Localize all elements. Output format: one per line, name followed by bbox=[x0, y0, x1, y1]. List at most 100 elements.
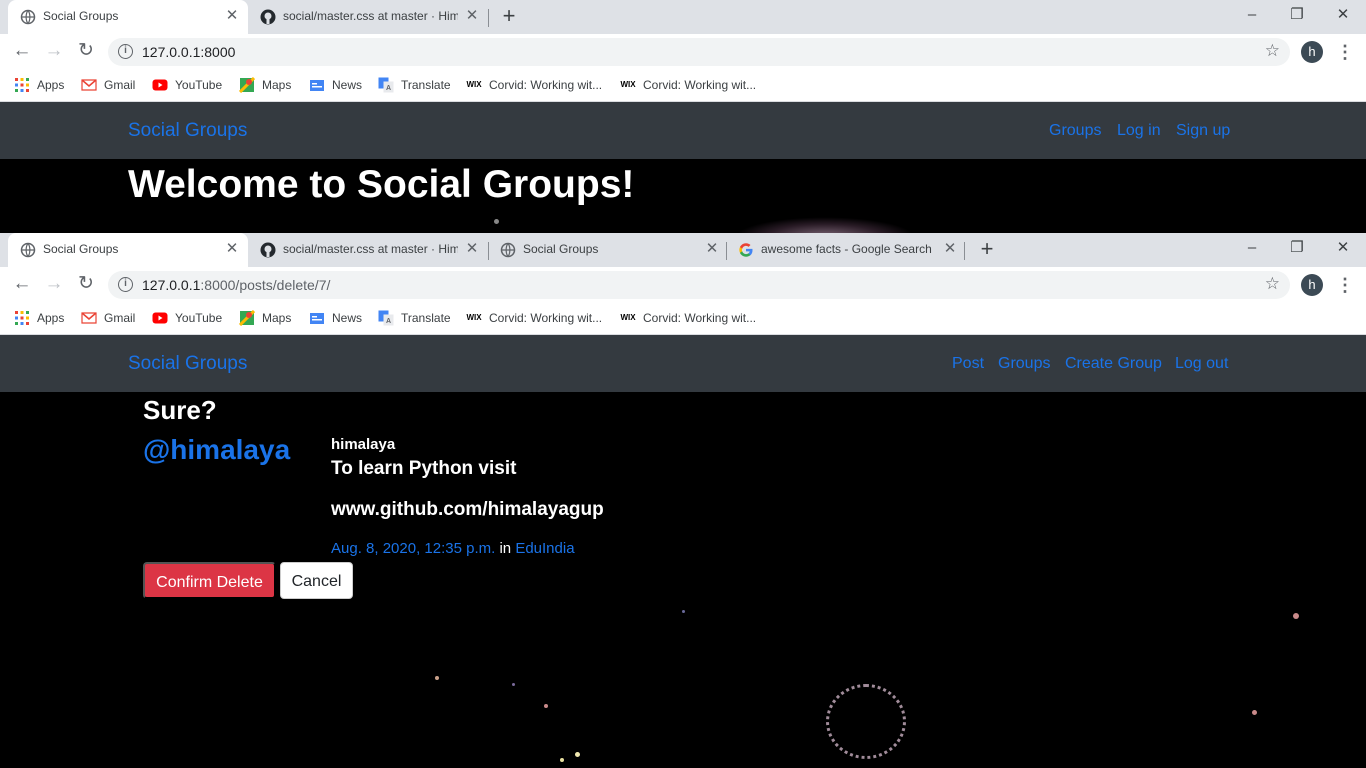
github-icon bbox=[260, 9, 276, 25]
bookmark-translate[interactable]: A Translate bbox=[378, 309, 451, 327]
bookmark-label: Gmail bbox=[104, 78, 136, 92]
nav-link-groups[interactable]: Groups bbox=[998, 355, 1050, 373]
tab-strip: Social Groups ✕ social/master.css at mas… bbox=[0, 233, 1366, 267]
forward-arrow-icon[interactable]: → bbox=[42, 273, 66, 297]
bookmark-corvid-1[interactable]: WIX Corvid: Working wit... bbox=[466, 309, 602, 327]
tab-google-search[interactable]: awesome facts - Google Search ✕ bbox=[726, 233, 966, 267]
bookmark-star-icon[interactable]: ☆ bbox=[1265, 41, 1280, 61]
restore-icon[interactable]: ❐ bbox=[1285, 237, 1309, 259]
kebab-menu-icon[interactable]: ⋮ bbox=[1336, 40, 1354, 64]
address-bar[interactable]: i 127.0.0.1:8000 ☆ bbox=[108, 38, 1290, 66]
restore-icon[interactable]: ❐ bbox=[1285, 4, 1309, 26]
navbar-brand[interactable]: Social Groups bbox=[128, 120, 247, 142]
nav-link-groups[interactable]: Groups bbox=[1049, 122, 1101, 140]
bokeh-dot bbox=[575, 752, 580, 757]
tab-github[interactable]: social/master.css at master · Him ✕ bbox=[248, 233, 488, 267]
nav-link-signup[interactable]: Sign up bbox=[1176, 122, 1230, 140]
back-arrow-icon[interactable]: ← bbox=[10, 40, 34, 64]
bookmark-star-icon[interactable]: ☆ bbox=[1265, 274, 1280, 294]
app-navbar: Social Groups Post Groups Create Group L… bbox=[0, 335, 1366, 392]
nav-link-create-group[interactable]: Create Group bbox=[1065, 355, 1162, 373]
bookmark-corvid-2[interactable]: WIX Corvid: Working wit... bbox=[620, 76, 756, 94]
minimize-icon[interactable]: – bbox=[1240, 4, 1264, 26]
bookmark-label: Corvid: Working wit... bbox=[489, 78, 603, 92]
bookmark-label: Corvid: Working wit... bbox=[489, 311, 603, 325]
close-tab-icon[interactable]: ✕ bbox=[464, 241, 480, 257]
bookmark-news[interactable]: News bbox=[309, 309, 362, 327]
tab-social-groups[interactable]: Social Groups ✕ bbox=[8, 0, 248, 34]
bookmark-youtube[interactable]: YouTube bbox=[152, 309, 222, 327]
post-date-link[interactable]: Aug. 8, 2020, 12:35 p.m. bbox=[331, 540, 495, 557]
tab-separator bbox=[488, 9, 489, 27]
new-tab-icon[interactable]: + bbox=[975, 238, 999, 261]
tab-github[interactable]: social/master.css at master · Him ✕ bbox=[248, 0, 488, 34]
back-arrow-icon[interactable]: ← bbox=[10, 273, 34, 297]
post-group-link[interactable]: EduIndia bbox=[515, 540, 574, 557]
bookmark-label: YouTube bbox=[175, 311, 223, 325]
globe-icon bbox=[500, 242, 516, 258]
svg-text:A: A bbox=[386, 85, 391, 92]
reload-icon[interactable]: ↻ bbox=[74, 40, 98, 64]
tab-title: social/master.css at master · Him bbox=[283, 242, 458, 256]
cancel-button[interactable]: Cancel bbox=[280, 562, 353, 599]
kebab-menu-icon[interactable]: ⋮ bbox=[1336, 273, 1354, 297]
news-icon bbox=[310, 80, 324, 91]
bookmark-gmail[interactable]: Gmail bbox=[81, 76, 135, 94]
profile-avatar[interactable]: h bbox=[1301, 41, 1323, 63]
nav-link-logout[interactable]: Log out bbox=[1175, 355, 1228, 373]
tab-social-groups[interactable]: Social Groups ✕ bbox=[8, 233, 248, 267]
user-handle-link[interactable]: @himalaya bbox=[143, 434, 290, 466]
bookmark-news[interactable]: News bbox=[309, 76, 362, 94]
close-tab-icon[interactable]: ✕ bbox=[224, 8, 240, 24]
tab-social-groups-2[interactable]: Social Groups ✕ bbox=[488, 233, 728, 267]
bokeh-dot bbox=[560, 758, 564, 762]
bookmark-maps[interactable]: Maps bbox=[239, 76, 291, 94]
bokeh-cluster bbox=[735, 217, 915, 233]
info-icon[interactable]: i bbox=[118, 277, 133, 292]
post-meta: Aug. 8, 2020, 12:35 p.m. in EduIndia bbox=[331, 540, 575, 557]
page-content: Welcome to Social Groups! bbox=[0, 159, 1366, 233]
close-tab-icon[interactable]: ✕ bbox=[704, 241, 720, 257]
url-text[interactable]: 127.0.0.1:8000/posts/delete/7/ bbox=[142, 277, 330, 293]
profile-avatar[interactable]: h bbox=[1301, 274, 1323, 296]
close-tab-icon[interactable]: ✕ bbox=[942, 241, 958, 257]
translate-icon: A bbox=[378, 310, 394, 326]
forward-arrow-icon[interactable]: → bbox=[42, 40, 66, 64]
post-message-line-1: To learn Python visit bbox=[331, 458, 517, 479]
nav-link-login[interactable]: Log in bbox=[1117, 122, 1161, 140]
address-bar[interactable]: i 127.0.0.1:8000/posts/delete/7/ ☆ bbox=[108, 271, 1290, 299]
wix-icon: WIX bbox=[620, 313, 636, 322]
bookmark-translate[interactable]: A Translate bbox=[378, 76, 451, 94]
bookmark-apps[interactable]: Apps bbox=[14, 76, 64, 94]
bookmark-apps[interactable]: Apps bbox=[14, 309, 64, 327]
browser-window-1: Social Groups ✕ social/master.css at mas… bbox=[0, 0, 1366, 233]
browser-window-2: Social Groups ✕ social/master.css at mas… bbox=[0, 233, 1366, 768]
bookmark-gmail[interactable]: Gmail bbox=[81, 309, 135, 327]
close-window-icon[interactable]: ✕ bbox=[1331, 237, 1355, 259]
bokeh-ring bbox=[826, 684, 906, 759]
url-text[interactable]: 127.0.0.1:8000 bbox=[142, 44, 235, 60]
close-window-icon[interactable]: ✕ bbox=[1331, 4, 1355, 26]
bookmark-maps[interactable]: Maps bbox=[239, 309, 291, 327]
post-in-word: in bbox=[499, 540, 512, 557]
minimize-icon[interactable]: – bbox=[1240, 237, 1264, 259]
gmail-icon bbox=[81, 79, 97, 91]
svg-text:A: A bbox=[386, 318, 391, 325]
confirm-delete-button[interactable]: Confirm Delete bbox=[143, 562, 276, 599]
bookmark-youtube[interactable]: YouTube bbox=[152, 76, 222, 94]
bookmark-label: Translate bbox=[401, 78, 451, 92]
close-tab-icon[interactable]: ✕ bbox=[224, 241, 240, 257]
browser-toolbar: ← → ↻ i 127.0.0.1:8000/posts/delete/7/ ☆… bbox=[0, 267, 1366, 301]
reload-icon[interactable]: ↻ bbox=[74, 273, 98, 297]
close-tab-icon[interactable]: ✕ bbox=[464, 8, 480, 24]
navbar-brand[interactable]: Social Groups bbox=[128, 353, 247, 375]
bookmark-label: News bbox=[332, 78, 363, 92]
bookmark-corvid-2[interactable]: WIX Corvid: Working wit... bbox=[620, 309, 756, 327]
maps-icon bbox=[239, 310, 255, 326]
nav-link-post[interactable]: Post bbox=[952, 355, 984, 373]
bokeh-dot bbox=[1252, 710, 1257, 715]
new-tab-icon[interactable]: + bbox=[497, 5, 521, 28]
info-icon[interactable]: i bbox=[118, 44, 133, 59]
bookmark-corvid-1[interactable]: WIX Corvid: Working wit... bbox=[466, 76, 602, 94]
bookmark-label: Corvid: Working wit... bbox=[643, 78, 757, 92]
